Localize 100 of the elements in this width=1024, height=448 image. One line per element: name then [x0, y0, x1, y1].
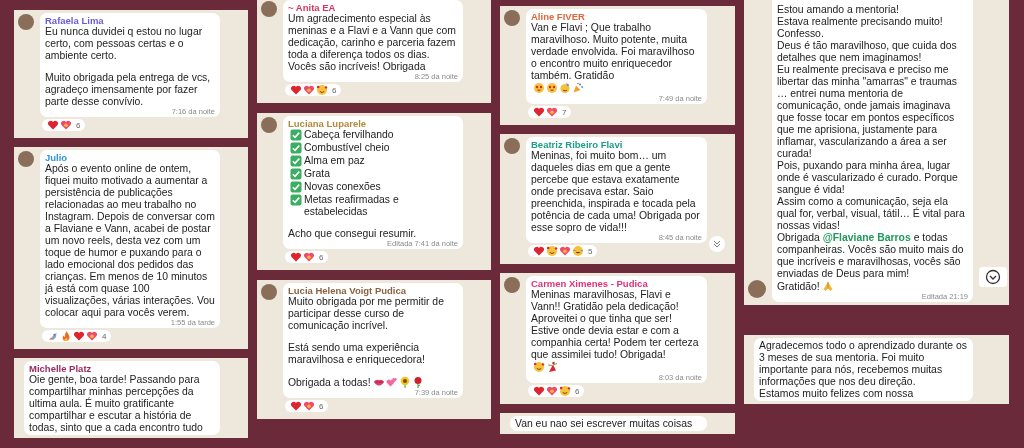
message-text: Grata [304, 168, 330, 180]
heart-icon [47, 119, 59, 131]
message-text: Obrigada @Flaviane Barros e todas companheiras. Vocês são muito mais do que incríveis e maravilhosas, vocês são enviadas de Deus para mim! [777, 232, 965, 280]
avatar-icon [261, 1, 277, 17]
message-text: Alma em paz [304, 155, 365, 167]
avatar-icon [748, 280, 766, 298]
reaction-count: 6 [319, 401, 324, 411]
sender-name: Lucia Helena Voigt Pudica [288, 285, 408, 296]
smiling-face-icon [533, 361, 545, 373]
sparkling-heart-icon [559, 245, 571, 257]
mention-link[interactable]: @Flaviane Barros [822, 232, 911, 243]
message-text: Combustível cheio [304, 142, 390, 154]
reaction-count: 6 [332, 85, 337, 95]
reactions-pill[interactable]: 6 [285, 84, 342, 96]
sparkling-heart-icon [546, 385, 558, 397]
message-text: Estamos muito felizes com nossa [759, 388, 915, 400]
message-text: Muito obrigada pela entrega de vcs, agradeço imensamente por fazer parte desse convívio. [45, 72, 212, 108]
message-text: Obrigada a todas! [288, 377, 371, 389]
message-text: Muito obrigada por me permitir de participar desse curso de comunicação incrível. [288, 296, 445, 332]
sparkling-heart-icon [303, 251, 315, 263]
reaction-count: 5 [588, 246, 593, 256]
message-text: Meninas, foi muito bom… um daqueles dias em que a gente percebe que estava exatamente onde precisava estar. Saio preenchida, inspirada e tocada pela potência de cada uma! Obrigada por esse sopro de vida!!! [531, 150, 701, 234]
sender-name: Carmen Ximenes - Pudica [531, 278, 649, 289]
sender-name: Luciana Luparele [288, 118, 368, 129]
check-icon [290, 168, 302, 180]
reactions-pill[interactable]: 6 [528, 385, 585, 397]
check-icon [290, 194, 302, 206]
heart-icon [73, 330, 85, 342]
check-icon [290, 142, 302, 154]
heart-icon [290, 251, 302, 263]
smiling-face-icon [316, 84, 328, 96]
message-text: Gratidão! [777, 281, 820, 293]
laughing-face-icon [572, 245, 584, 257]
avatar-icon [18, 14, 34, 30]
reactions-pill[interactable]: 7 [528, 106, 572, 118]
message-text: Confesso. [777, 28, 825, 40]
sparkling-heart-icon [303, 400, 315, 412]
sender-name: Rafaela Lima [45, 15, 105, 26]
avatar-icon [261, 117, 277, 133]
party-popper-icon [572, 82, 584, 94]
message-text: Estava realmente precisando muito! [777, 16, 944, 28]
message-text: Está sendo uma experiência maravilhosa e enriquecedora! [288, 342, 426, 366]
message-text: Acho que consegui resumir. [288, 228, 418, 240]
smiling-face-icon [546, 245, 558, 257]
party-face-icon [559, 82, 571, 94]
sender-name: Aline FIVER [531, 11, 586, 22]
rose-icon [411, 376, 424, 388]
message-text: Pois, puxando para minha área, lugar onde é vascularizado é curado. Porque sangue é vida! [777, 160, 959, 196]
sparkling-heart-icon [303, 84, 315, 96]
message-text: Agradecemos todo o aprendizado durante os 3 meses de sua mentoria. Foi muito importante para nós, recebemos muitas informações que nos deu direção. [759, 340, 968, 388]
reactions-pill[interactable]: 6 [285, 400, 329, 412]
sender-name: Julio [45, 152, 69, 163]
heart-icon [290, 400, 302, 412]
reaction-count: 7 [562, 107, 567, 117]
reactions-pill[interactable]: 4 [42, 330, 112, 342]
sender-name: ~ Anita EA [288, 2, 337, 13]
message-text: Oie gente, boa tarde! Passando para compartilhar minhas percepções da ultima aula. É muito gratificante compartilhar e escutar a história de todas, sinto que a cada encontro tudo [29, 374, 204, 434]
heart-icon [533, 106, 545, 118]
avatar-icon [261, 284, 277, 300]
reactions-pill[interactable]: 5 [528, 245, 598, 257]
double-chevron-icon [712, 239, 722, 249]
smiling-face-icon [559, 385, 571, 397]
reaction-count: 6 [76, 120, 81, 130]
heart-eyes-face-icon [533, 82, 545, 94]
dancer-icon [546, 361, 558, 373]
check-icon [290, 181, 302, 193]
scroll-down-button[interactable] [979, 267, 1007, 287]
message-text: Novas conexões [304, 181, 381, 193]
reactions-pill[interactable]: 6 [42, 119, 86, 131]
chevron-down-icon [985, 269, 1001, 285]
heart-eyes-face-icon [546, 82, 558, 94]
message-text: Cabeça fervilhando [304, 129, 394, 141]
avatar-icon [18, 151, 34, 167]
heart-icon [290, 84, 302, 96]
avatar-icon [504, 277, 520, 293]
sunflower-icon [398, 376, 411, 388]
fire-icon [60, 330, 72, 342]
reactions-pill[interactable]: 6 [285, 251, 329, 263]
message-text: Estou amando a mentoria! [777, 4, 900, 16]
message-text: Meninas maravilhosas, Flavi e Vann!! Gratidão pela dedicação! Aproveitei o que tinha que ser! Estive onde devia estar e com a companhia certa! Podem ter certeza que assimilei tudo! Obrigada! [531, 289, 700, 361]
message-text: Um agradecimento especial às meninas e a Flavi e a Vann que com dedicação, carinho e parceria fazem toda a diferença todos os dias. Vocês são incríveis! Obrigada [288, 13, 457, 73]
message-text: Assim como a comunicação, seja ela qual for, verbal, visual, tátil… É vital para nossas vidas! [777, 196, 966, 232]
reaction-count: 4 [102, 331, 107, 341]
reaction-count: 6 [575, 386, 580, 396]
message-text: Metas reafirmadas e estabelecidas [304, 194, 400, 218]
heart-icon [533, 245, 545, 257]
sparkling-heart-icon [86, 330, 98, 342]
message-text: Eu nunca duvidei q estou no lugar certo, com pessoas certas e o ambiente certo. [45, 26, 204, 62]
praying-hands-icon [821, 280, 834, 292]
sparkling-heart-icon [60, 119, 72, 131]
heart-icon [533, 385, 545, 397]
two-hearts-icon [385, 376, 398, 388]
sender-name: Beatriz Ribeiro Flavi [531, 139, 624, 150]
message-text: Eu realmente precisava e preciso me libertar das minha "amarras" e traumas … entrei numa mentoria de comunicação, onde jamais imaginava que fosse tocar em pontos específicos que me aprisiona, justamente para inflamar, vascularizando a área a ser curada! [777, 64, 959, 160]
avatar-icon [504, 138, 520, 154]
sender-name: Michelle Platz [29, 363, 93, 374]
sparkling-heart-icon [546, 106, 558, 118]
check-icon [290, 155, 302, 167]
message-text: Após o evento online de ontem, fiquei muito motivado a aumentar a persistência de publicações relacionadas ao meu trabalho no Instagram. Depois de conversar com a Flaviane e Vann, acabei de postar um novo reels, desta vez com um toque de humor e puxando para o lado emocional dos pedidos das crianças. Em menos de 10 minutos já está com quase 100 visualizações, várias interações. Vou colocar aqui para vocês verem. [45, 163, 215, 319]
message-text: Van eu nao sei escrever muitas coisas [515, 418, 694, 430]
